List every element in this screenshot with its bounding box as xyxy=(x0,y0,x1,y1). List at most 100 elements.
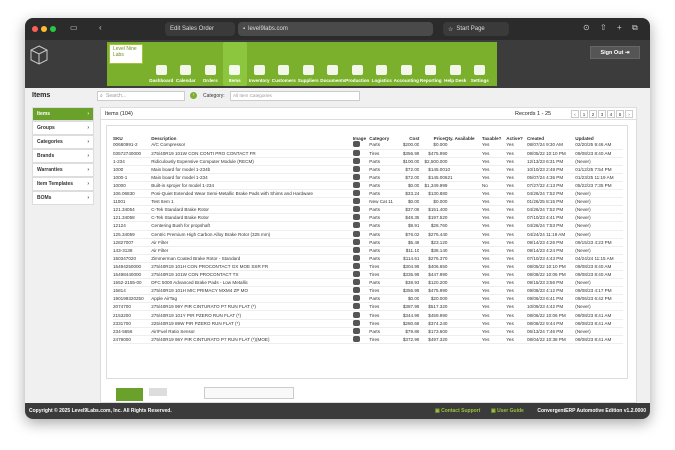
nav-items[interactable]: Items xyxy=(222,42,247,86)
nav-logistics[interactable]: Logistics xyxy=(370,42,395,86)
column-header-price[interactable]: Price xyxy=(419,131,445,141)
item-image-icon xyxy=(352,262,360,269)
next-page-button[interactable]: › xyxy=(625,110,633,118)
minimize-window-button[interactable] xyxy=(41,26,47,32)
zoom-window-button[interactable] xyxy=(50,26,56,32)
nav-reporting[interactable]: Reporting xyxy=(419,42,444,86)
table-row[interactable]: 121.34058 C-Tek Standard Brake Rotor Parts… xyxy=(113,214,623,222)
cell: $72.00 xyxy=(405,174,420,180)
nav-orders[interactable]: Orders xyxy=(198,42,223,86)
nav-documents[interactable]: Documents xyxy=(320,42,345,86)
address-bar[interactable]: ▪ level9labs.com xyxy=(238,22,433,36)
table-row[interactable]: 1-234 Ridiculously Expensive Computer Mod… xyxy=(113,157,623,166)
new-tab-icon[interactable]: + xyxy=(617,23,622,32)
column-header-updated[interactable]: Updated xyxy=(575,131,623,141)
sidebar-icon[interactable]: ▭ xyxy=(70,23,78,32)
table-row[interactable]: 00680991-2 A/C Compressor Parts $200.00 $0.0… xyxy=(113,141,623,150)
page-1-button[interactable]: 1 xyxy=(580,110,588,118)
table-row[interactable]: 106.06830 Posi-Quiet Extended Wear Semi-M… xyxy=(113,190,623,198)
category-input[interactable]: All Item Categories xyxy=(230,91,360,101)
table-row[interactable]: 2479000 275/40R19 96Y PIR CINTURATO P7 RU… xyxy=(113,335,623,344)
item-thumbnail xyxy=(352,230,370,238)
go-arrow-button[interactable]: › xyxy=(190,92,197,99)
sidebar-item-groups[interactable]: Groups › xyxy=(32,121,94,135)
nav-calendar[interactable]: Calendar xyxy=(174,42,199,86)
sidebar-item-categories[interactable]: Categories › xyxy=(32,135,94,149)
page-3-button[interactable]: 3 xyxy=(598,110,606,118)
cell: $497.32 xyxy=(428,336,445,342)
search-input[interactable]: ⌕ Search... xyxy=(97,91,185,101)
table-row[interactable]: 125.34059 Centric Premium High Carbon All… xyxy=(113,230,623,239)
back-icon[interactable]: ‹ xyxy=(99,23,102,32)
cell: $200.00 xyxy=(402,142,420,148)
sidebar-item-boms[interactable]: BOMs › xyxy=(32,191,94,205)
chevron-right-icon: › xyxy=(87,195,89,201)
table-row[interactable]: 190199320250 Apple AirTag Parts $0.00 $20.00… xyxy=(113,295,623,303)
nav-suppliers[interactable]: Suppliers xyxy=(296,42,321,86)
bottom-secondary-button[interactable] xyxy=(149,388,167,396)
share-icon[interactable]: ⇧ xyxy=(600,23,607,32)
table-row[interactable]: 12124 Centering Bush for propshaft Parts $9… xyxy=(113,222,623,231)
page-4-button[interactable]: 4 xyxy=(607,110,615,118)
bottom-field[interactable] xyxy=(204,387,294,399)
table-row[interactable]: 1000 Main board for model 1-234b Parts $72.… xyxy=(113,165,623,174)
cell: Parts xyxy=(369,142,380,148)
column-header-active-[interactable]: Active? xyxy=(506,131,527,141)
prev-page-button[interactable]: ‹ xyxy=(571,110,579,118)
table-row[interactable]: 143-3138 Air Filter Parts $11.10 $38.14 0 Yes Y… xyxy=(113,246,623,255)
close-window-button[interactable] xyxy=(32,26,38,32)
page-5-button[interactable]: 5 xyxy=(616,110,624,118)
cell: 0 xyxy=(444,223,448,229)
column-header-cost[interactable]: Cost xyxy=(399,131,419,141)
column-header-created[interactable]: Created xyxy=(527,131,575,141)
user-guide-link[interactable]: ▣ User Guide xyxy=(491,408,524,414)
nav-customers[interactable]: Customers xyxy=(272,42,297,86)
table-row[interactable]: 121.34054 C-Tek Standard Brake Rotor Parts… xyxy=(113,206,623,214)
nav-dashboard[interactable]: Dashboard xyxy=(149,42,174,86)
nav-production[interactable]: Production xyxy=(345,42,370,86)
table-row[interactable]: 11001 Test Item 1 New Cat 11 $0.00 $0.00 0 Yes… xyxy=(113,198,623,206)
table-row[interactable]: 150347020 Zimmerman Coated Brake Rotor - … xyxy=(113,254,623,263)
table-row[interactable]: 03572740000 275/40R19 101W CON CONTI PRO … xyxy=(113,149,623,158)
table-container: SKU Description Image Category Cost Price Qty.… xyxy=(106,125,628,379)
tabs-overview-icon[interactable]: ⧉ xyxy=(632,23,638,33)
chevron-right-icon: › xyxy=(87,139,89,145)
nav-inventory[interactable]: Inventory xyxy=(247,42,272,86)
download-icon[interactable]: ⊙ xyxy=(583,23,590,32)
table-row[interactable]: 2074700 275/40R19 99Y PIR CINTURATO P7 RU… xyxy=(113,303,623,311)
tab-label: Start Page xyxy=(456,26,485,32)
page-2-button[interactable]: 2 xyxy=(589,110,597,118)
sidebar-item-item-templates[interactable]: Item Templates › xyxy=(32,177,94,191)
table-row[interactable]: 1552-2155-00 DFC 5000 Advanced Brake Pads… xyxy=(113,279,623,287)
calendar-icon xyxy=(180,65,192,75)
table-row[interactable]: 2153200 275/40R19 101Y PIR PZERO RUN FLAT… xyxy=(113,311,623,320)
table-row[interactable]: 12827007 Air Filter Parts $5.48 $23.12 0 Yes Ye… xyxy=(113,238,623,247)
column-header-taxable-[interactable]: Taxable? xyxy=(482,131,506,141)
sign-out-button[interactable]: Sign Out ⇥ xyxy=(590,46,640,59)
sidebar-item-warranties[interactable]: Warranties › xyxy=(32,163,94,177)
nav-settings[interactable]: Settings xyxy=(468,42,493,86)
contact-support-link[interactable]: ▣ Contact Support xyxy=(435,408,480,414)
nav-accounting[interactable]: Accounting xyxy=(394,42,419,86)
tab-edit-sales-order[interactable]: Edit Sales Order xyxy=(165,22,235,36)
app-header: Level Nine Labs Dashboard Calendar Orders I… xyxy=(25,40,650,88)
table-row[interactable]: 2331700 225/40R19 89W PIR PZERO RUN FLAT … xyxy=(113,319,623,328)
tab-start-page[interactable]: ☆ Start Page xyxy=(443,22,509,36)
nav-help-desk[interactable]: Help Desk xyxy=(443,42,468,86)
cell: Yes xyxy=(481,174,490,180)
table-row[interactable]: 15498440000 275/40R19 101W CON PROCONTACT… xyxy=(113,271,623,279)
table-row[interactable]: 234-5656 Air/Fuel Ratio Sensor Parts $79.86… xyxy=(113,327,623,336)
column-header-sku[interactable]: SKU xyxy=(113,131,151,141)
table-row[interactable]: 1000-1 Main board for model 1-234 Parts $72… xyxy=(113,173,623,182)
table-row[interactable]: 15814 275/40R19 101H MIC PRIMACY MXM4 ZP … xyxy=(113,287,623,295)
table-row[interactable]: 10000 Built-in sprojer for model 1-234 Par… xyxy=(113,181,623,190)
sidebar-item-brands[interactable]: Brands › xyxy=(32,149,94,163)
cell: 0 xyxy=(444,328,448,334)
sidebar-item-items[interactable]: Items › xyxy=(32,107,94,121)
bottom-action-button[interactable] xyxy=(116,388,143,401)
column-header-description[interactable]: Description xyxy=(151,131,353,141)
column-header-qty-available[interactable]: Qty. Available xyxy=(445,131,482,141)
column-header-category[interactable]: Category xyxy=(369,131,398,141)
table-row[interactable]: 15494250000 275/40R19 101H CON PROCONTACT… xyxy=(113,262,623,271)
column-header-image[interactable]: Image xyxy=(353,131,370,141)
